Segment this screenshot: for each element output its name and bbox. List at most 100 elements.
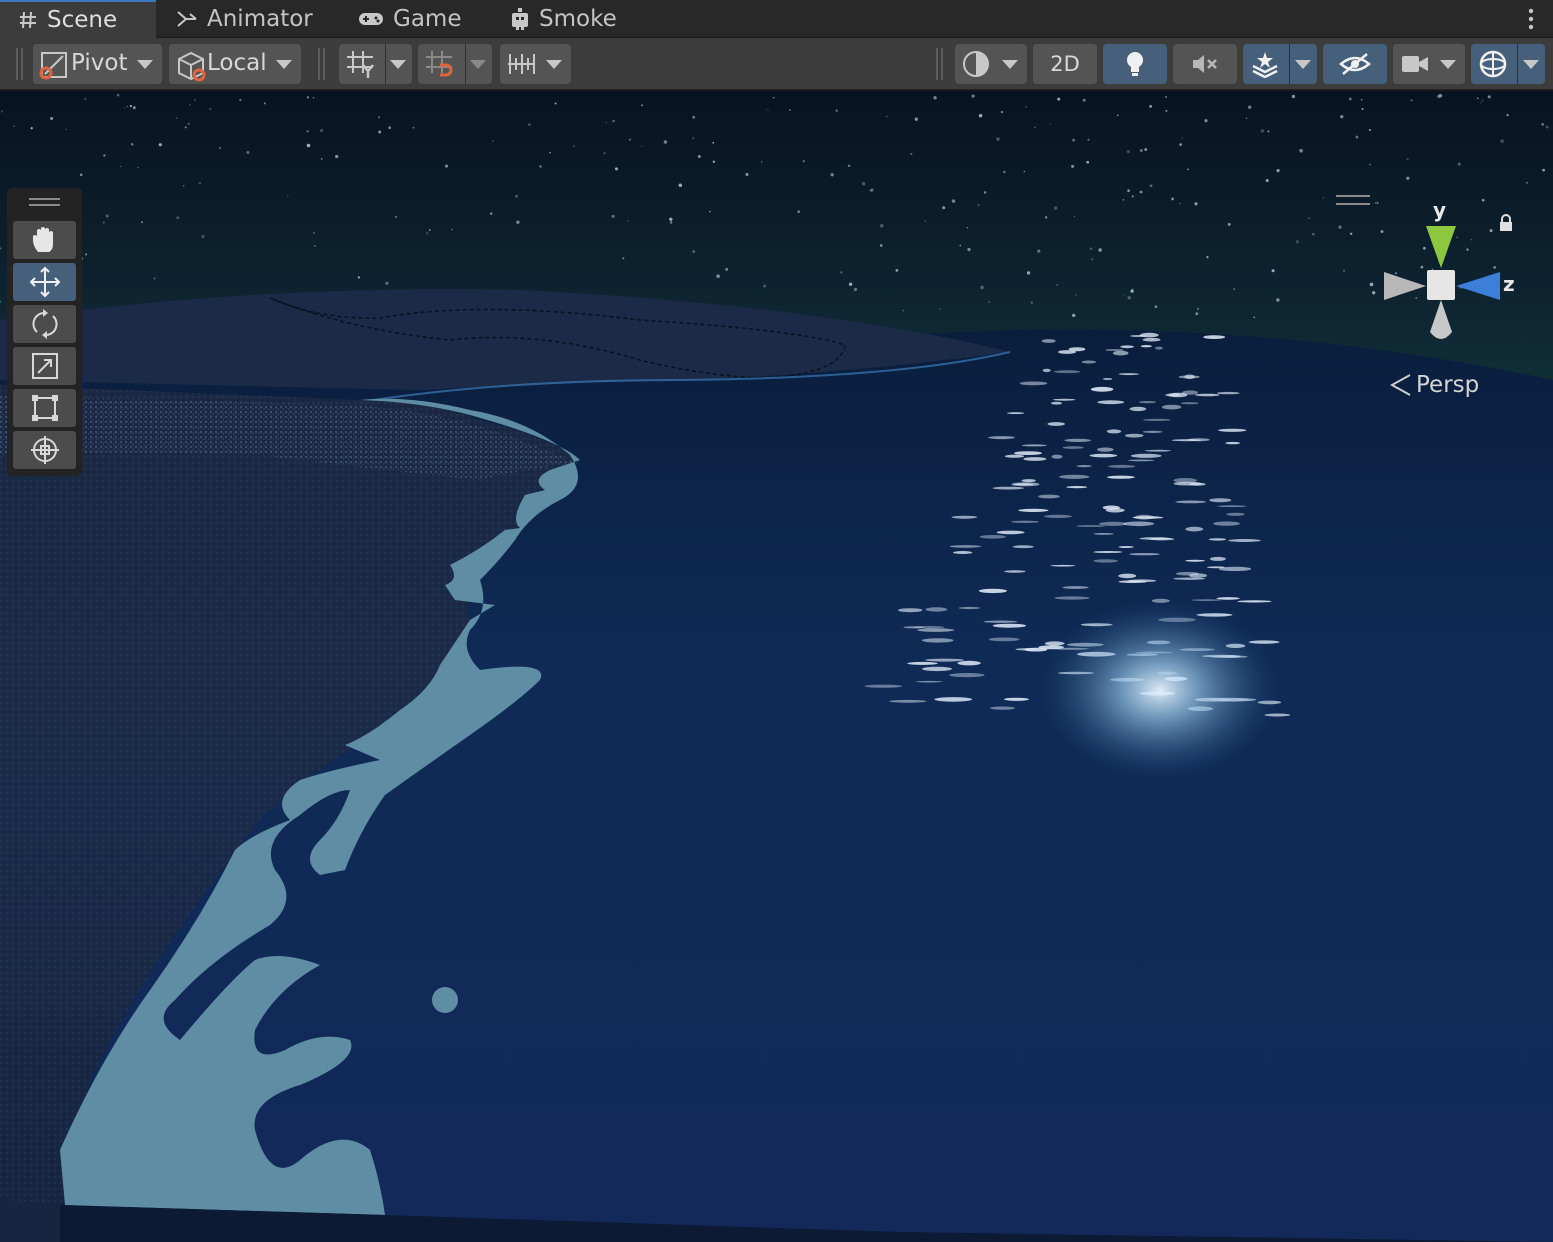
water-glint	[1023, 457, 1047, 461]
star	[1154, 305, 1158, 308]
move-tool[interactable]	[13, 263, 76, 301]
scale-tool[interactable]	[13, 347, 76, 385]
star	[1206, 255, 1209, 259]
water-glint	[1059, 474, 1090, 479]
hand-tool[interactable]	[13, 221, 76, 259]
star	[697, 154, 701, 159]
star	[886, 115, 888, 118]
effects-dropdown[interactable]	[1243, 44, 1317, 84]
star	[426, 232, 429, 235]
tab-game[interactable]: Game	[340, 0, 480, 38]
toolbar-grip[interactable]	[16, 48, 23, 80]
tab-smoke[interactable]: Smoke	[492, 0, 642, 38]
star	[605, 121, 607, 124]
audio-toggle[interactable]	[1173, 44, 1237, 84]
star	[1437, 94, 1441, 99]
star	[977, 203, 980, 207]
transform-tool[interactable]	[13, 431, 76, 469]
water-glint	[1175, 500, 1207, 504]
lighting-toggle[interactable]	[1103, 44, 1167, 84]
tab-label: Animator	[207, 6, 313, 32]
star	[760, 161, 763, 163]
projection-toggle[interactable]: Persp	[1390, 372, 1479, 398]
star	[712, 160, 716, 163]
water-glint	[992, 486, 1025, 490]
gizmo-down-cone[interactable]	[1430, 300, 1452, 339]
gizmo-center-cube[interactable]	[1427, 270, 1455, 300]
water-glint	[1140, 345, 1152, 348]
star	[1073, 215, 1076, 218]
pivot-dropdown[interactable]: Pivot	[33, 44, 162, 84]
star	[669, 217, 673, 221]
water-glint	[1053, 398, 1076, 401]
star	[1343, 269, 1345, 272]
rotate-tool[interactable]	[13, 305, 76, 343]
star	[1072, 313, 1076, 318]
chevron-down-icon	[390, 60, 406, 69]
star	[1127, 296, 1131, 300]
star	[65, 128, 67, 131]
water-glint	[1217, 505, 1247, 508]
star	[385, 281, 389, 285]
chevron-down-icon	[1440, 60, 1456, 69]
star	[119, 165, 122, 168]
star	[1049, 122, 1051, 125]
grid-snapping-button[interactable]	[418, 44, 492, 84]
toolbar-grip[interactable]	[936, 48, 943, 80]
water-glint	[1047, 422, 1065, 426]
water-glint	[1176, 571, 1199, 576]
star	[412, 126, 415, 129]
water-glint	[1081, 360, 1097, 364]
water-glint	[951, 515, 978, 519]
gizmo-menu-handle[interactable]	[1336, 195, 1370, 205]
rect-tool[interactable]	[13, 389, 76, 427]
water-glint	[907, 661, 938, 665]
water-glint	[915, 680, 943, 683]
gizmo-y-cone[interactable]	[1426, 226, 1456, 268]
star	[489, 212, 493, 215]
more-vertical-icon[interactable]	[1527, 8, 1535, 30]
star	[1127, 189, 1130, 193]
water-glint	[1142, 430, 1163, 433]
camera-dropdown[interactable]	[1393, 44, 1465, 84]
star	[1248, 105, 1252, 109]
star	[1098, 248, 1102, 252]
increment-snap-button[interactable]	[500, 44, 571, 84]
tab-animator[interactable]: Animator	[158, 0, 328, 38]
star	[1312, 232, 1315, 236]
star	[772, 96, 775, 99]
star	[967, 247, 971, 252]
gizmo-x-cone[interactable]	[1384, 272, 1426, 300]
grid-visibility-button[interactable]	[339, 44, 412, 84]
water-glint	[1021, 444, 1047, 447]
star	[745, 172, 749, 177]
scene-render[interactable]	[0, 91, 1553, 1242]
scene-visibility-toggle[interactable]	[1323, 44, 1387, 84]
gizmo-z-cone[interactable]	[1456, 272, 1500, 300]
star	[1340, 115, 1344, 119]
star	[158, 143, 162, 147]
star	[1480, 101, 1482, 104]
mode-2d-button[interactable]: 2D	[1033, 44, 1097, 84]
star	[1267, 130, 1270, 133]
local-dropdown[interactable]: Local	[169, 44, 301, 84]
water-glint	[1130, 453, 1162, 458]
star	[189, 104, 191, 106]
star	[983, 191, 987, 194]
water-glint	[1102, 505, 1120, 510]
tab-scene[interactable]: Scene	[0, 0, 156, 38]
star	[1075, 294, 1077, 296]
toolbar-grip[interactable]	[318, 48, 325, 80]
overlay-drag-handle[interactable]	[29, 198, 60, 206]
gizmos-dropdown[interactable]	[1471, 44, 1545, 84]
star	[50, 116, 54, 121]
star	[132, 106, 136, 110]
scene-viewport[interactable]: y z Persp	[0, 91, 1553, 1242]
star	[1086, 160, 1090, 164]
shaded-sphere-icon	[963, 51, 989, 77]
star	[428, 229, 431, 231]
lock-icon[interactable]	[1499, 214, 1513, 232]
star	[1126, 149, 1130, 154]
draw-mode-dropdown[interactable]	[955, 44, 1027, 84]
star	[835, 109, 838, 112]
